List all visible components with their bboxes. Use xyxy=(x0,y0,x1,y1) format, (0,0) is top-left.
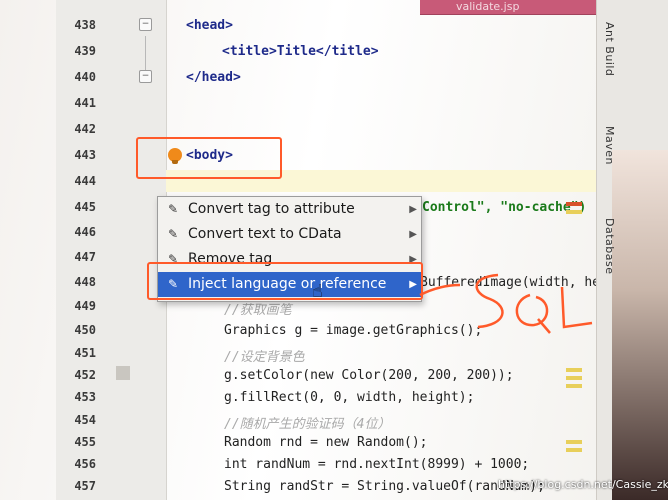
fold-toggle-icon[interactable]: − xyxy=(139,70,152,83)
warning-stripe-marker[interactable] xyxy=(566,368,582,372)
menu-item-convert-text-to-cdata[interactable]: ✎ Convert text to CData ▶ xyxy=(158,222,421,247)
screen-photo: validate.jsp 438 439 440 441 442 443 444… xyxy=(0,0,668,500)
editor-tab-title: validate.jsp xyxy=(456,0,520,13)
code-line[interactable]: Random rnd = new Random(); xyxy=(224,435,428,450)
line-number: 455 xyxy=(74,435,96,449)
warning-stripe-marker[interactable] xyxy=(566,376,582,380)
menu-item-label: Convert tag to attribute xyxy=(188,201,355,217)
code-line[interactable]: //设定背景色 xyxy=(224,346,305,365)
annotation-box-body xyxy=(136,137,282,179)
code-line[interactable]: g.fillRect(0, 0, width, height); xyxy=(224,390,474,405)
warning-stripe-marker[interactable] xyxy=(566,440,582,444)
line-number: 444 xyxy=(74,174,96,188)
editor-tab[interactable]: validate.jsp xyxy=(420,0,596,15)
annotation-sql-scribble xyxy=(419,273,593,334)
menu-item-label: Convert text to CData xyxy=(188,226,342,242)
warning-stripe-marker[interactable] xyxy=(566,210,582,214)
line-number: 457 xyxy=(74,479,96,493)
ant-build-tab[interactable]: Ant Build xyxy=(603,22,616,76)
code-line[interactable]: g.setColor(new Color(200, 200, 200)); xyxy=(224,368,514,383)
submenu-arrow-icon: ▶ xyxy=(409,229,417,240)
line-number: 438 xyxy=(74,18,96,32)
submenu-arrow-icon: ▶ xyxy=(409,204,417,215)
code-line[interactable]: String randStr = String.valueOf(randNum)… xyxy=(224,479,545,494)
code-line[interactable]: int randNum = rnd.nextInt(8999) + 1000; xyxy=(224,457,529,472)
line-number: 441 xyxy=(74,96,96,110)
line-number: 451 xyxy=(74,346,96,360)
line-number: 453 xyxy=(74,390,96,404)
database-tab[interactable]: Database xyxy=(603,218,616,275)
warning-stripe-marker[interactable] xyxy=(566,448,582,452)
fold-toggle-icon[interactable]: − xyxy=(139,18,152,31)
intention-icon: ✎ xyxy=(167,227,179,241)
line-number: 449 xyxy=(74,299,96,313)
line-number: 452 xyxy=(74,368,96,382)
line-number: 446 xyxy=(74,225,96,239)
breakpoint-slot-icon[interactable] xyxy=(116,366,130,380)
menu-item-convert-tag-to-attribute[interactable]: ✎ Convert tag to attribute ▶ xyxy=(158,197,421,222)
watermark: https://blog.csdn.net/Cassie_zkg xyxy=(498,478,668,491)
line-number: 454 xyxy=(74,413,96,427)
code-line[interactable]: Control", "no-cache") xyxy=(422,200,586,215)
line-number: 439 xyxy=(74,44,96,58)
background-artwork xyxy=(612,150,668,500)
line-number: 450 xyxy=(74,323,96,337)
line-number: 456 xyxy=(74,457,96,471)
line-number: 448 xyxy=(74,275,96,289)
line-number: 445 xyxy=(74,200,96,214)
line-number: 440 xyxy=(74,70,96,84)
line-number: 442 xyxy=(74,122,96,136)
maven-tab[interactable]: Maven xyxy=(603,126,616,165)
line-number: 443 xyxy=(74,148,96,162)
intention-icon: ✎ xyxy=(167,202,179,216)
code-line[interactable]: //随机产生的验证码（4位） xyxy=(224,413,390,432)
error-stripe-marker[interactable] xyxy=(566,202,582,206)
code-line[interactable]: <head> xyxy=(186,18,233,33)
code-line[interactable]: <title>Title</title> xyxy=(222,44,379,59)
annotation-box-inject xyxy=(147,262,423,300)
warning-stripe-marker[interactable] xyxy=(566,384,582,388)
line-number: 447 xyxy=(74,250,96,264)
code-line[interactable]: </head> xyxy=(186,70,241,85)
